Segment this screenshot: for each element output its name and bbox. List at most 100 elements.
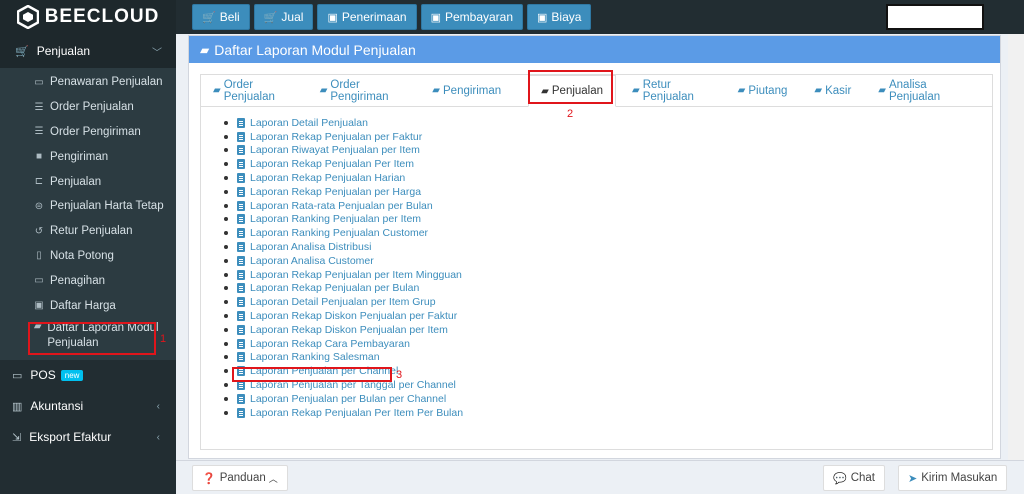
report-link[interactable]: Laporan Detail Penjualan — [224, 116, 463, 130]
sidebar-item-order-penjualan[interactable]: ☰ Order Penjualan — [0, 95, 176, 120]
report-link[interactable]: Laporan Ranking Penjualan Customer — [224, 226, 463, 240]
sidebar-item-label: Eksport Efaktur — [29, 430, 112, 445]
report-link[interactable]: Laporan Penjualan per Bulan per Channel — [224, 392, 463, 406]
money-icon: ▣ — [537, 11, 548, 24]
sidebar-item-label: Penawaran Penjualan — [50, 76, 163, 89]
brand-logo[interactable]: BEECLOUD — [0, 0, 176, 34]
report-link[interactable]: Laporan Rekap Diskon Penjualan per Item — [224, 323, 463, 337]
document-icon — [237, 214, 245, 225]
report-link[interactable]: Laporan Rata-rata Penjualan per Bulan — [224, 199, 463, 213]
report-link[interactable]: Laporan Rekap Penjualan Per Item — [224, 157, 463, 171]
jual-button[interactable]: 🛒 Jual — [253, 4, 314, 30]
biaya-button[interactable]: ▣ Biaya — [527, 4, 592, 30]
sidebar-item-eksport-efaktur[interactable]: ⇲ Eksport Efaktur ‹ — [0, 422, 176, 453]
bullet — [224, 148, 228, 153]
money-icon: ▣ — [34, 300, 44, 312]
annotation-label-3: 3 — [396, 369, 403, 381]
chevron-left-icon: ‹ — [156, 431, 160, 443]
report-link[interactable]: Laporan Riwayat Penjualan per Item — [224, 144, 463, 158]
undo-icon: ↺ — [34, 225, 44, 237]
report-link[interactable]: Laporan Analisa Customer — [224, 254, 463, 268]
document-icon — [237, 393, 245, 404]
report-link[interactable]: Laporan Rekap Penjualan Harian — [224, 171, 463, 185]
book-icon: ▰ — [632, 85, 640, 96]
book-icon: ▰ — [213, 85, 221, 96]
pembayaran-button[interactable]: ▣ Pembayaran — [420, 4, 524, 30]
book-icon: ▰ — [814, 85, 823, 96]
sidebar-item-order-pengiriman[interactable]: ☰ Order Pengiriman — [0, 120, 176, 145]
sidebar-item-pengiriman[interactable]: ■ Pengiriman — [0, 144, 176, 169]
sidebar-item-retur-penjualan[interactable]: ↺ Retur Penjualan — [0, 219, 176, 244]
tab-pengiriman[interactable]: ▰ Pengiriman — [432, 85, 501, 97]
tab-analisa-penjualan[interactable]: ▰ Analisa Penjualan — [878, 79, 965, 103]
report-link[interactable]: Laporan Rekap Penjualan per Bulan — [224, 282, 463, 296]
report-link[interactable]: Laporan Rekap Penjualan per Item Minggua… — [224, 268, 463, 282]
bullet — [224, 189, 228, 194]
document-icon — [237, 242, 245, 253]
tab-label: Pengiriman — [443, 84, 502, 97]
jual-label: Jual — [281, 10, 304, 24]
list-icon: ☰ — [34, 101, 44, 113]
panduan-button[interactable]: ❓ Panduan ︿ — [192, 465, 288, 491]
sidebar-section-penjualan[interactable]: 🛒 Penjualan ﹀ — [0, 34, 176, 68]
chevron-left-icon: ‹ — [156, 400, 160, 412]
tab-piutang[interactable]: ▰ Piutang — [738, 85, 788, 97]
report-link[interactable]: Laporan Detail Penjualan per Item Grup — [224, 295, 463, 309]
brand-name: BEECLOUD — [44, 6, 160, 27]
report-link[interactable]: Laporan Rekap Diskon Penjualan per Faktu… — [224, 309, 463, 323]
question-icon: ❓ — [202, 472, 216, 485]
bullet — [224, 410, 228, 415]
report-link[interactable]: Laporan Ranking Penjualan per Item — [224, 213, 463, 227]
monitor-icon: ▭ — [12, 369, 23, 382]
report-link[interactable]: Laporan Rekap Penjualan Per Item Per Bul… — [224, 406, 463, 420]
chat-button[interactable]: 💬 Chat — [823, 465, 885, 491]
beli-button[interactable]: 🛒 Beli — [192, 4, 250, 30]
report-link[interactable]: Laporan Rekap Penjualan per Harga — [224, 185, 463, 199]
report-link[interactable]: Laporan Rekap Penjualan per Faktur — [224, 130, 463, 144]
sidebar-section-label: Penjualan — [36, 44, 91, 58]
tab-container: ▰ Order Penjualan ▰ Order Pengiriman ▰ Peng… — [200, 74, 993, 450]
page-scrollbar[interactable] — [1008, 34, 1024, 460]
bullet — [224, 217, 228, 222]
kirim-masukan-button[interactable]: ➤ Kirim Masukan — [898, 465, 1008, 491]
report-link[interactable]: Laporan Analisa Distribusi — [224, 240, 463, 254]
cart-icon: ⊏ — [34, 176, 44, 188]
bullet — [224, 355, 228, 360]
report-link[interactable]: Laporan Ranking Salesman — [224, 351, 463, 365]
sidebar-item-pos[interactable]: ▭ POS new — [0, 360, 176, 391]
tab-retur-penjualan[interactable]: ▰ Retur Penjualan — [632, 79, 711, 103]
document-icon — [237, 131, 245, 142]
sidebar-item-nota-potong[interactable]: ▯ Nota Potong — [0, 244, 176, 269]
sidebar-item-daftar-harga[interactable]: ▣ Daftar Harga — [0, 293, 176, 318]
sidebar-item-penjualan[interactable]: ⊏ Penjualan — [0, 169, 176, 194]
sidebar-item-penjualan-harta-tetap[interactable]: ⊜ Penjualan Harta Tetap — [0, 194, 176, 219]
bullet — [224, 341, 228, 346]
report-link-label: Laporan Ranking Penjualan per Item — [250, 213, 422, 226]
sidebar-item-label: Daftar Harga — [50, 299, 116, 312]
card-icon: ▭ — [34, 275, 44, 287]
bullet — [224, 245, 228, 250]
bullet — [224, 203, 228, 208]
penerimaan-button[interactable]: ▣ Penerimaan — [317, 4, 417, 30]
document-icon — [237, 200, 245, 211]
tab-order-penjualan[interactable]: ▰ Order Penjualan — [213, 79, 293, 103]
sidebar-item-label: Pengiriman — [50, 150, 109, 163]
annotation-label-2: 2 — [567, 108, 574, 120]
tab-order-pengiriman[interactable]: ▰ Order Pengiriman — [320, 79, 406, 103]
sidebar: 🛒 Penjualan ﹀ ▭ Penawaran Penjualan ☰ Orde… — [0, 34, 176, 494]
page-title: Daftar Laporan Modul Penjualan — [214, 41, 416, 58]
bullet — [224, 396, 228, 401]
sidebar-item-penagihan[interactable]: ▭ Penagihan — [0, 268, 176, 293]
top-bar: BEECLOUD 🛒 Beli 🛒 Jual ▣ Penerimaan ▣ Pembay… — [0, 0, 1024, 34]
sidebar-item-penawaran-penjualan[interactable]: ▭ Penawaran Penjualan — [0, 70, 176, 95]
sidebar-item-label: Penagihan — [50, 274, 105, 287]
user-menu[interactable] — [886, 4, 984, 30]
truck-icon: ■ — [35, 151, 43, 163]
document-icon — [237, 324, 245, 335]
sidebar-item-akuntansi[interactable]: ▥ Akuntansi ‹ — [0, 391, 176, 422]
kirim-masukan-label: Kirim Masukan — [921, 472, 998, 484]
tab-kasir[interactable]: ▰ Kasir — [814, 85, 851, 97]
document-icon — [237, 311, 245, 322]
report-link-label: Laporan Rekap Penjualan per Item Minggua… — [250, 268, 462, 281]
report-link[interactable]: Laporan Rekap Cara Pembayaran — [224, 337, 463, 351]
